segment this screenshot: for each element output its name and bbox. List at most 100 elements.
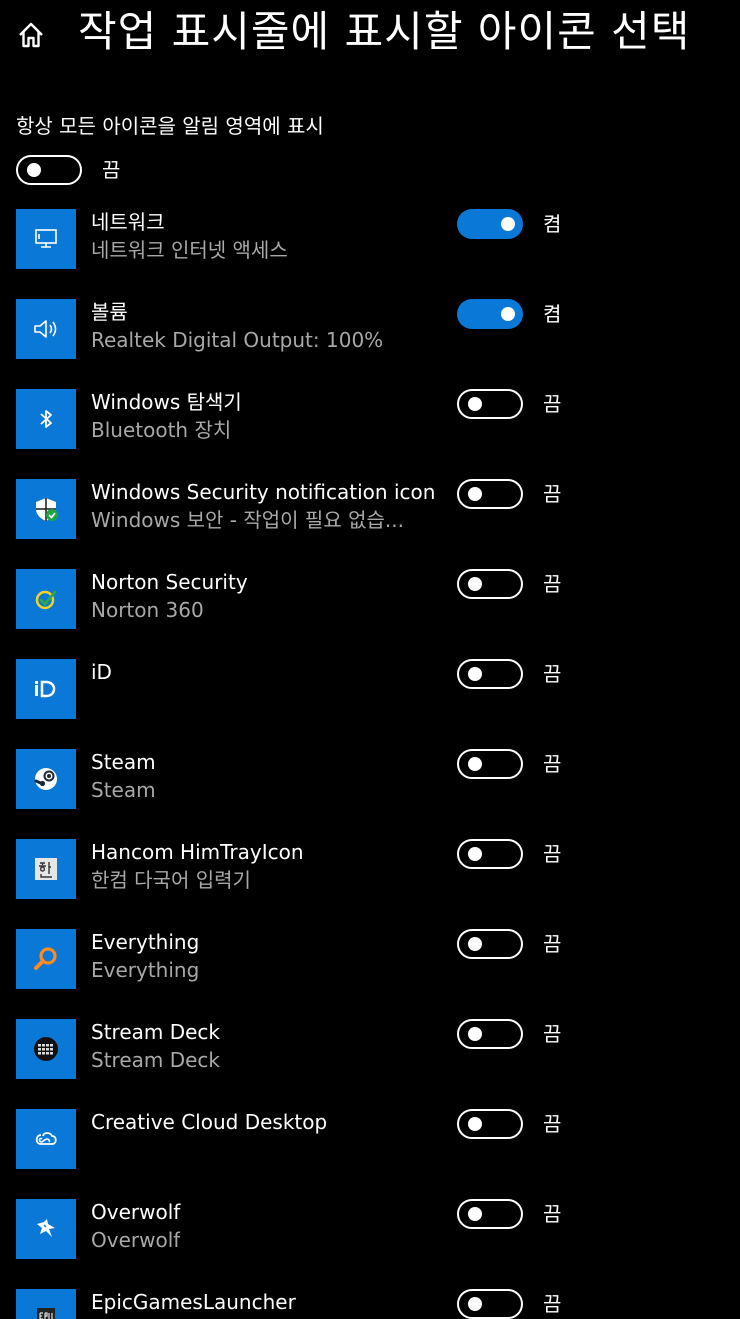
creative-cloud-setting: 끔 (457, 1109, 561, 1139)
overwolf-setting: 끔 (457, 1199, 561, 1229)
windows-explorer-setting: 끔 (457, 389, 561, 419)
app-name: iD (91, 660, 112, 684)
app-name: 네트워크 (91, 210, 165, 234)
list-item-epic-games: EpicGamesLauncher 끔 (0, 1289, 740, 1319)
app-name: Hancom HimTrayIcon (91, 840, 304, 864)
home-icon (19, 22, 43, 48)
toggle-state: 끔 (543, 572, 562, 596)
toggle-state: 끔 (543, 1022, 562, 1046)
network-toggle[interactable] (457, 209, 523, 239)
app-description: Windows 보안 - 작업이 필요 없습... (91, 508, 404, 532)
page-title: 작업 표시줄에 표시할 아이콘 선택 (78, 7, 691, 56)
toggle-state: 끔 (543, 392, 562, 416)
list-item-creative-cloud: Creative Cloud Desktop 끔 (0, 1109, 740, 1199)
windows-security-toggle[interactable] (457, 479, 523, 509)
always-show-toggle[interactable] (16, 155, 82, 185)
creative-cloud-icon (16, 1109, 76, 1169)
id-icon (16, 659, 76, 719)
epic-games-setting: 끔 (457, 1289, 561, 1319)
list-item-hancom: Hancom HimTrayIcon 한컴 다국어 입력기 끔 (0, 839, 740, 929)
everything-toggle[interactable] (457, 929, 523, 959)
toggle-knob (468, 577, 482, 591)
windows-security-setting: 끔 (457, 479, 561, 509)
app-name: Stream Deck (91, 1020, 221, 1044)
app-description: Realtek Digital Output: 100% (91, 328, 384, 352)
steam-icon (16, 749, 76, 809)
toggle-state: 끔 (543, 662, 562, 686)
volume-icon (16, 299, 76, 359)
hancom-icon (16, 839, 76, 899)
network-icon (16, 209, 76, 269)
bluetooth-icon (16, 389, 76, 449)
stream-deck-setting: 끔 (457, 1019, 561, 1049)
toggle-knob (27, 163, 41, 177)
app-name: Steam (91, 750, 156, 774)
app-name: Windows Security notification icon (91, 480, 436, 504)
stream-deck-icon (16, 1019, 76, 1079)
overwolf-toggle[interactable] (457, 1199, 523, 1229)
list-item-stream-deck: Stream Deck Stream Deck 끔 (0, 1019, 740, 1109)
toggle-state: 끔 (543, 1292, 562, 1316)
app-name: 볼륨 (91, 300, 128, 324)
icon-list: 네트워크 네트워크 인터넷 액세스 켬 볼륨 Realtek Digital O… (0, 209, 740, 1319)
toggle-state: 끔 (543, 1112, 562, 1136)
hancom-toggle[interactable] (457, 839, 523, 869)
toggle-knob (468, 847, 482, 861)
list-item-windows-explorer: Windows 탐색기 Bluetooth 장치 끔 (0, 389, 740, 479)
toggle-knob (468, 1117, 482, 1131)
list-item-steam: Steam Steam 끔 (0, 749, 740, 839)
steam-toggle[interactable] (457, 749, 523, 779)
header: 작업 표시줄에 표시할 아이콘 선택 (0, 0, 740, 70)
app-description: Bluetooth 장치 (91, 418, 232, 442)
list-item-volume: 볼륨 Realtek Digital Output: 100% 켬 (0, 299, 740, 389)
app-name: EpicGamesLauncher (91, 1290, 296, 1314)
windows-explorer-toggle[interactable] (457, 389, 523, 419)
volume-setting: 켬 (457, 299, 561, 329)
app-description: Norton 360 (91, 598, 204, 622)
toggle-knob (501, 217, 515, 231)
toggle-knob (501, 307, 515, 321)
volume-toggle[interactable] (457, 299, 523, 329)
list-item-norton-security: Norton Security Norton 360 끔 (0, 569, 740, 659)
toggle-knob (468, 487, 482, 501)
toggle-knob (468, 667, 482, 681)
epic-games-toggle[interactable] (457, 1289, 523, 1319)
list-item-windows-security: Windows Security notification icon Windo… (0, 479, 740, 569)
magnifier-icon (16, 929, 76, 989)
app-name: Everything (91, 930, 200, 954)
app-name: Windows 탐색기 (91, 390, 242, 414)
norton-icon (16, 569, 76, 629)
always-show-setting: 끔 (16, 155, 120, 185)
everything-setting: 끔 (457, 929, 561, 959)
toggle-knob (468, 1207, 482, 1221)
id-toggle[interactable] (457, 659, 523, 689)
norton-security-setting: 끔 (457, 569, 561, 599)
toggle-knob (468, 397, 482, 411)
toggle-knob (468, 757, 482, 771)
home-button[interactable] (12, 16, 50, 54)
app-description: 한컴 다국어 입력기 (91, 868, 251, 892)
list-item-id: iD 끔 (0, 659, 740, 749)
id-setting: 끔 (457, 659, 561, 689)
app-description: Overwolf (91, 1228, 181, 1252)
list-item-overwolf: Overwolf Overwolf 끔 (0, 1199, 740, 1289)
always-show-state: 끔 (102, 158, 121, 182)
stream-deck-toggle[interactable] (457, 1019, 523, 1049)
app-description: Everything (91, 958, 200, 982)
app-description: Steam (91, 778, 156, 802)
creative-cloud-toggle[interactable] (457, 1109, 523, 1139)
app-name: Overwolf (91, 1200, 181, 1224)
toggle-knob (468, 1027, 482, 1041)
steam-setting: 끔 (457, 749, 561, 779)
app-description: Stream Deck (91, 1048, 221, 1072)
overwolf-icon (16, 1199, 76, 1259)
list-item-network: 네트워크 네트워크 인터넷 액세스 켬 (0, 209, 740, 299)
app-name: Norton Security (91, 570, 248, 594)
norton-security-toggle[interactable] (457, 569, 523, 599)
toggle-knob (468, 1297, 482, 1311)
list-item-everything: Everything Everything 끔 (0, 929, 740, 1019)
toggle-state: 켬 (543, 302, 562, 326)
always-show-label: 항상 모든 아이콘을 알림 영역에 표시 (16, 114, 324, 138)
app-description: 네트워크 인터넷 액세스 (91, 238, 288, 262)
hancom-setting: 끔 (457, 839, 561, 869)
